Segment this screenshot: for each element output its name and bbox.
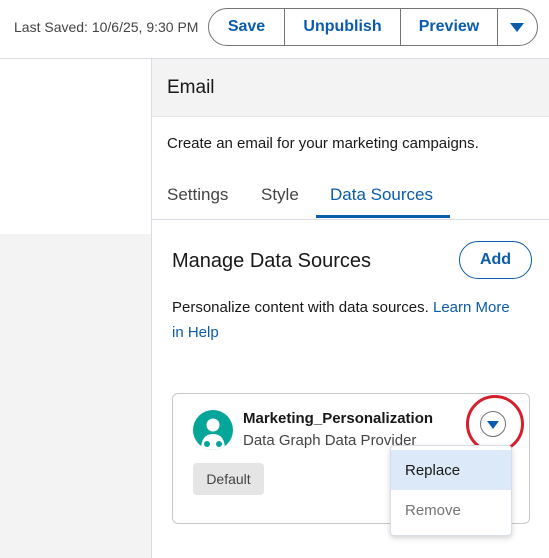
more-actions-button[interactable] bbox=[498, 9, 537, 45]
panel-header: Email bbox=[152, 59, 549, 117]
unpublish-button[interactable]: Unpublish bbox=[285, 9, 401, 45]
menu-item-remove[interactable]: Remove bbox=[391, 490, 511, 530]
data-source-name: Marketing_Personalization bbox=[243, 410, 434, 427]
top-toolbar: Last Saved: 10/6/25, 9:30 PM Save Unpubl… bbox=[0, 0, 549, 59]
chevron-down-icon bbox=[487, 421, 499, 429]
tab-settings[interactable]: Settings bbox=[167, 185, 228, 205]
active-tab-indicator bbox=[316, 215, 450, 218]
panel-title: Email bbox=[167, 77, 215, 98]
help-text: Personalize content with data sources. L… bbox=[172, 295, 512, 345]
card-menu-button[interactable] bbox=[480, 411, 506, 437]
editor-canvas bbox=[0, 234, 152, 558]
editor-canvas-top bbox=[0, 59, 152, 234]
tab-style[interactable]: Style bbox=[261, 185, 299, 205]
section-title: Manage Data Sources bbox=[172, 250, 372, 272]
default-badge: Default bbox=[193, 463, 264, 495]
panel-tabs: Settings Style Data Sources bbox=[152, 175, 549, 220]
chevron-down-icon bbox=[509, 22, 524, 32]
action-button-group: Save Unpublish Preview bbox=[208, 8, 538, 46]
add-data-source-button[interactable]: Add bbox=[459, 241, 532, 279]
panel-description: Create an email for your marketing campa… bbox=[167, 135, 479, 152]
card-actions-menu: Replace Remove bbox=[390, 445, 512, 536]
users-icon bbox=[193, 410, 233, 450]
menu-item-replace[interactable]: Replace bbox=[391, 450, 511, 490]
save-button[interactable]: Save bbox=[209, 9, 285, 45]
preview-button[interactable]: Preview bbox=[401, 9, 498, 45]
last-saved-text: Last Saved: 10/6/25, 9:30 PM bbox=[14, 19, 199, 35]
tab-data-sources[interactable]: Data Sources bbox=[330, 185, 433, 205]
help-text-body: Personalize content with data sources. bbox=[172, 299, 433, 316]
